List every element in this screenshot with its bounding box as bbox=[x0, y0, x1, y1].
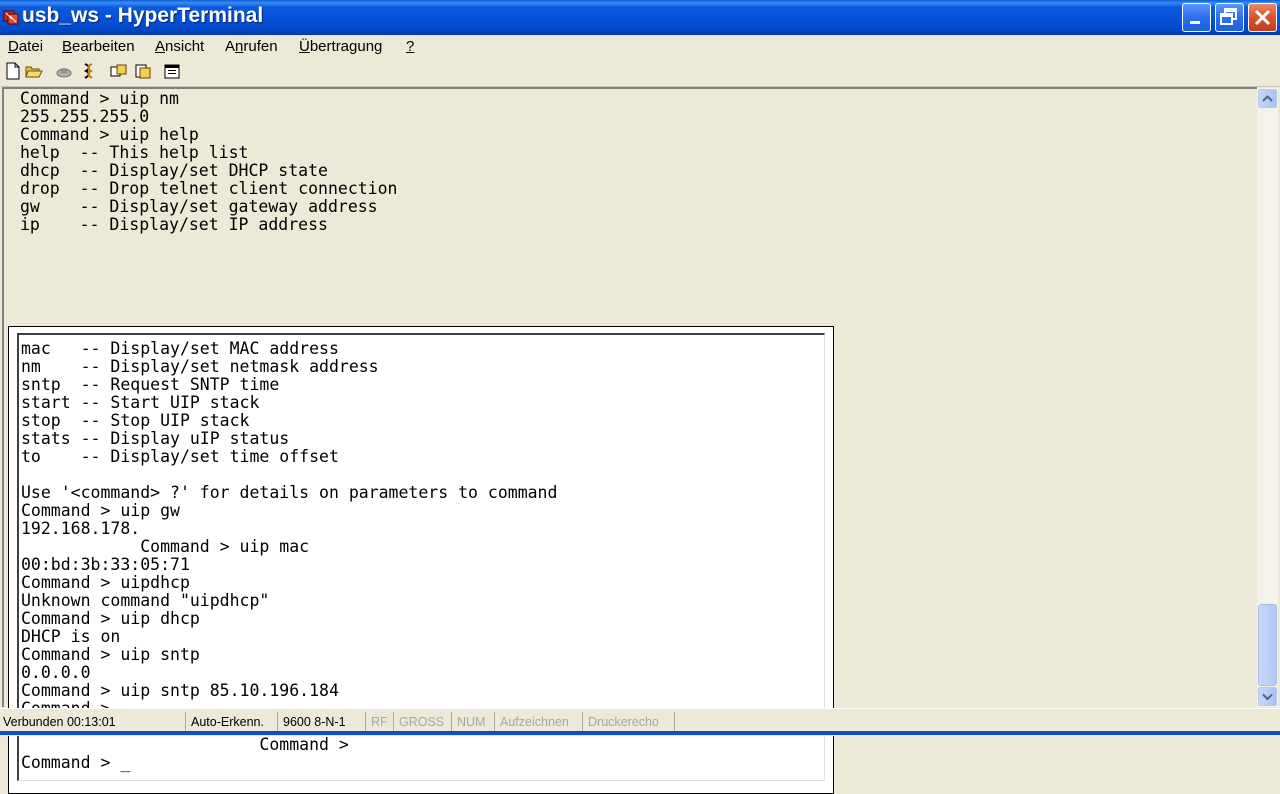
chevron-down-icon bbox=[1262, 693, 1273, 701]
send-icon[interactable] bbox=[110, 62, 128, 80]
close-button[interactable] bbox=[1248, 3, 1277, 32]
menu-bar: Datei Bearbeiten Ansicht Anrufen Übertra… bbox=[0, 35, 1280, 58]
menu-bearbeiten[interactable]: Bearbeiten bbox=[62, 38, 135, 55]
terminal-line: Use '<command> ?' for details on paramet… bbox=[21, 483, 558, 502]
disconnect-icon[interactable] bbox=[80, 62, 98, 80]
window-title: usb_ws - HyperTerminal bbox=[22, 4, 264, 27]
status-port-settings: 9600 8-N-1 bbox=[280, 712, 366, 732]
open-folder-icon[interactable] bbox=[25, 62, 43, 80]
terminal-line: Command > uip sntp bbox=[21, 645, 200, 664]
status-print-echo: Druckerecho bbox=[585, 712, 675, 732]
terminal-line: 00:bd:3b:33:05:71 bbox=[21, 555, 190, 574]
scroll-down-button[interactable] bbox=[1258, 687, 1277, 706]
terminal-line: nm -- Display/set netmask address bbox=[21, 357, 379, 376]
terminal-line: Command > uip gw bbox=[21, 501, 180, 520]
terminal-line: 255.255.255.0 bbox=[20, 107, 150, 126]
terminal-line: DHCP is on bbox=[21, 627, 121, 646]
status-capture: Aufzeichnen bbox=[497, 712, 583, 732]
terminal-line: drop -- Drop telnet client connection bbox=[20, 179, 398, 198]
scroll-thumb[interactable] bbox=[1258, 604, 1277, 686]
terminal-line: to -- Display/set time offset bbox=[21, 447, 339, 466]
terminal-line: stats -- Display uIP status bbox=[21, 429, 290, 448]
terminal-line: ip -- Display/set IP address bbox=[20, 215, 328, 234]
close-icon bbox=[1254, 9, 1271, 26]
terminal-line: Unknown command "uipdhcp" bbox=[21, 591, 270, 610]
terminal-line: stop -- Stop UIP stack bbox=[21, 411, 250, 430]
terminal-line: 192.168.178. bbox=[21, 519, 141, 538]
receive-icon[interactable] bbox=[134, 62, 152, 80]
terminal-line: Command > uipdhcp bbox=[21, 573, 190, 592]
terminal-line: sntp -- Request SNTP time bbox=[21, 375, 280, 394]
menu-anrufen[interactable]: Anrufen bbox=[225, 38, 278, 55]
terminal-area[interactable]: Command > uip nm 255.255.255.0 Command > u… bbox=[2, 87, 1257, 794]
scroll-up-button[interactable] bbox=[1258, 89, 1277, 108]
status-scroll-lock: RF bbox=[368, 712, 394, 732]
menu-datei[interactable]: Datei bbox=[8, 38, 43, 55]
terminal-line: Command > _ bbox=[21, 753, 131, 772]
terminal-line: help -- This help list bbox=[20, 143, 249, 162]
properties-icon[interactable] bbox=[164, 62, 182, 80]
menu-help[interactable]: ? bbox=[406, 38, 414, 55]
terminal-line: 0.0.0.0 bbox=[21, 663, 91, 682]
call-icon[interactable] bbox=[55, 62, 73, 80]
status-connection-time: Verbunden 00:13:01 bbox=[0, 712, 186, 732]
minimize-button[interactable] bbox=[1182, 3, 1211, 32]
menu-ansicht[interactable]: Ansicht bbox=[155, 38, 204, 55]
terminal-line: Command > bbox=[21, 735, 349, 754]
status-num-lock: NUM bbox=[454, 712, 495, 732]
terminal-line: Command > uip nm bbox=[20, 89, 179, 108]
new-document-icon[interactable] bbox=[4, 62, 22, 80]
menu-uebertragung[interactable]: Übertragung bbox=[299, 38, 382, 55]
hyperterminal-window: usb_ws - HyperTerminal Datei Bearbeiten … bbox=[0, 0, 1280, 794]
terminal-line: Command > uip mac bbox=[21, 537, 310, 556]
restore-icon bbox=[1220, 8, 1237, 25]
toolbar bbox=[0, 58, 1280, 87]
terminal-line: mac -- Display/set MAC address bbox=[21, 339, 339, 358]
window-bottom-border bbox=[0, 731, 1280, 735]
status-auto-detect: Auto-Erkenn. bbox=[188, 712, 278, 732]
terminal-line: Command > uip sntp 85.10.196.184 bbox=[21, 681, 339, 700]
chevron-up-icon bbox=[1262, 95, 1273, 102]
hyperterminal-app-icon[interactable] bbox=[3, 8, 19, 26]
restore-button[interactable] bbox=[1215, 3, 1244, 32]
terminal-line: Command > uip help bbox=[20, 125, 199, 144]
vertical-scrollbar[interactable] bbox=[1257, 88, 1278, 707]
terminal-line: gw -- Display/set gateway address bbox=[20, 197, 378, 216]
terminal-line: start -- Start UIP stack bbox=[21, 393, 260, 412]
terminal-line: dhcp -- Display/set DHCP state bbox=[20, 161, 328, 180]
terminal-line: Command > uip dhcp bbox=[21, 609, 200, 628]
minimize-icon bbox=[1190, 21, 1200, 24]
title-bar[interactable]: usb_ws - HyperTerminal bbox=[0, 0, 1280, 35]
status-caps-lock: GROSS bbox=[396, 712, 452, 732]
